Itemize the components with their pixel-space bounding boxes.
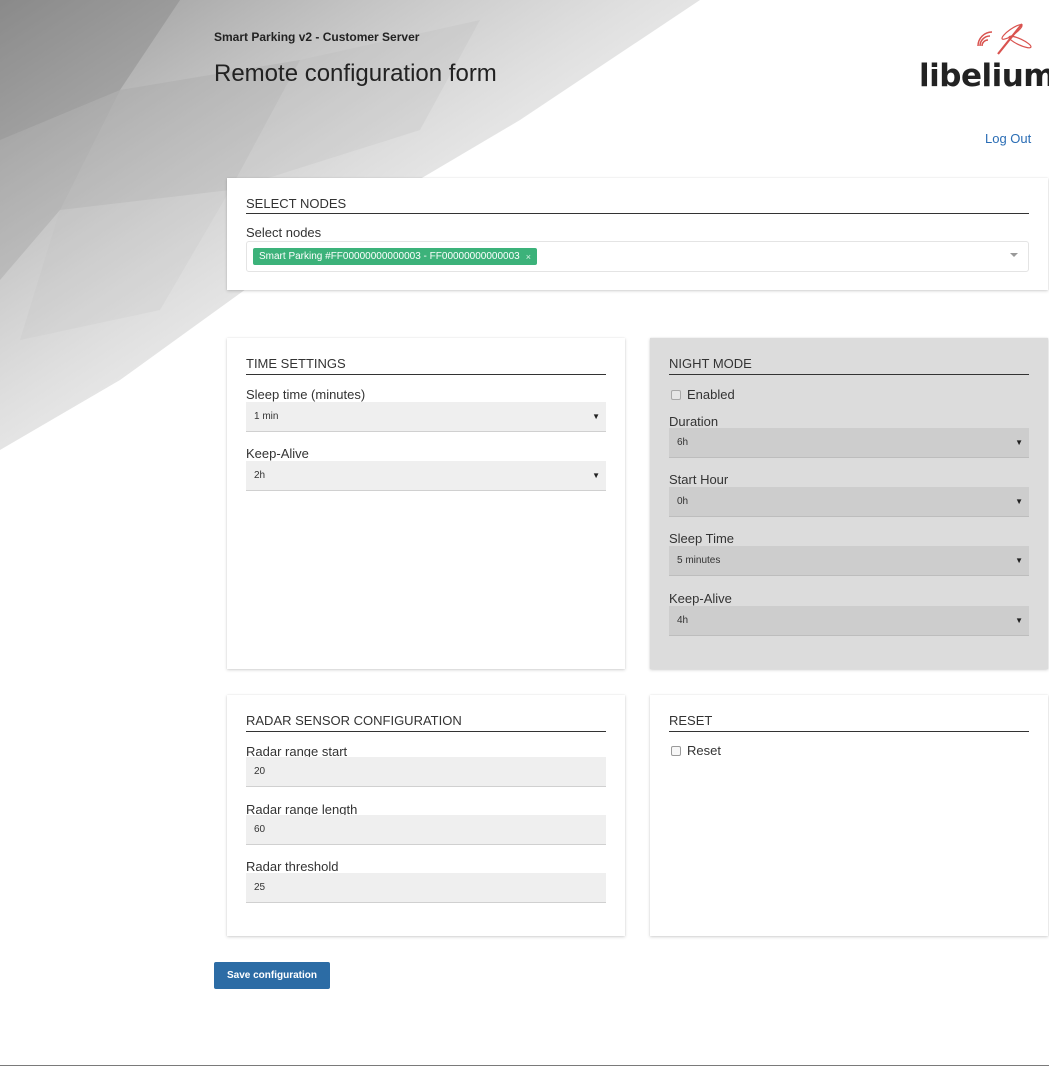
select-nodes-multiselect[interactable]: Smart Parking #FF00000000000003 - FF0000… <box>246 241 1029 272</box>
night-mode-heading: NIGHT MODE <box>669 356 752 371</box>
reset-label: Reset <box>687 743 721 758</box>
sleep-time-label: Sleep time (minutes) <box>246 387 366 402</box>
duration-value: 6h <box>677 437 689 448</box>
start-hour-label: Start Hour <box>669 472 729 487</box>
reset-checkbox[interactable]: Reset <box>671 743 721 758</box>
radar-threshold-input[interactable]: 25 <box>246 873 606 903</box>
logo-text: libelium <box>919 58 1049 94</box>
caret-down-icon: ▼ <box>1015 556 1023 565</box>
sleep-time-select[interactable]: 1 min ▼ <box>246 402 606 432</box>
night-keepalive-label: Keep-Alive <box>669 591 732 606</box>
caret-down-icon: ▼ <box>592 412 600 421</box>
radar-range-start-input[interactable]: 20 <box>246 757 606 787</box>
checkbox-box[interactable] <box>671 389 681 400</box>
radar-threshold-value: 25 <box>254 882 266 893</box>
radar-config-card: RADAR SENSOR CONFIGURATION Radar range s… <box>227 695 625 936</box>
reset-heading: RESET <box>669 713 713 728</box>
radar-threshold-label: Radar threshold <box>246 859 339 874</box>
keepalive-select[interactable]: 2h ▼ <box>246 461 606 491</box>
save-configuration-button[interactable]: Save configuration <box>214 962 330 989</box>
night-sleep-time-label: Sleep Time <box>669 531 735 546</box>
dragonfly-icon <box>977 23 1032 55</box>
checkbox-box[interactable] <box>671 745 681 756</box>
selected-node-chip[interactable]: Smart Parking #FF00000000000003 - FF0000… <box>253 248 538 265</box>
time-settings-card: TIME SETTINGS Sleep time (minutes) 1 min… <box>227 338 625 669</box>
select-nodes-card: SELECT NODES Select nodes Smart Parking … <box>227 178 1048 290</box>
radar-heading: RADAR SENSOR CONFIGURATION <box>246 713 462 728</box>
caret-down-icon: ▼ <box>1015 438 1023 447</box>
select-nodes-label: Select nodes <box>246 225 322 240</box>
app-title: Smart Parking v2 - Customer Server <box>214 30 420 44</box>
caret-down-icon: ▼ <box>592 471 600 480</box>
radar-range-length-input[interactable]: 60 <box>246 815 606 845</box>
footer-divider <box>0 1065 1049 1066</box>
reset-card: RESET Reset <box>650 695 1048 936</box>
duration-label: Duration <box>669 414 719 429</box>
start-hour-select[interactable]: 0h ▼ <box>669 487 1029 517</box>
night-mode-card: NIGHT MODE Enabled Duration 6h ▼ Start H… <box>650 338 1048 669</box>
caret-down-icon: ▼ <box>1015 616 1023 625</box>
select-nodes-heading: SELECT NODES <box>246 196 347 211</box>
enabled-label: Enabled <box>687 387 735 402</box>
keepalive-label: Keep-Alive <box>246 446 309 461</box>
section-divider <box>669 731 1029 732</box>
sleep-time-value: 1 min <box>254 411 279 422</box>
night-sleep-time-select[interactable]: 5 minutes ▼ <box>669 546 1029 576</box>
night-keepalive-select[interactable]: 4h ▼ <box>669 606 1029 636</box>
duration-select[interactable]: 6h ▼ <box>669 428 1029 458</box>
section-divider <box>246 213 1029 214</box>
logout-link[interactable]: Log Out <box>985 131 1031 146</box>
night-mode-enabled-checkbox[interactable]: Enabled <box>671 387 735 402</box>
chip-label: Smart Parking #FF00000000000003 - FF0000… <box>259 251 520 262</box>
radar-range-start-value: 20 <box>254 766 266 777</box>
caret-down-icon: ▼ <box>1015 497 1023 506</box>
night-keepalive-value: 4h <box>677 615 689 626</box>
night-sleep-time-value: 5 minutes <box>677 555 721 566</box>
radar-range-length-value: 60 <box>254 824 266 835</box>
chip-remove-icon[interactable]: × <box>526 252 531 262</box>
page-title: Remote configuration form <box>214 60 497 87</box>
section-divider <box>246 731 606 732</box>
section-divider <box>246 374 606 375</box>
keepalive-value: 2h <box>254 470 266 481</box>
start-hour-value: 0h <box>677 496 689 507</box>
section-divider <box>669 374 1029 375</box>
libelium-logo: libelium <box>912 20 1049 100</box>
chevron-down-icon[interactable] <box>1010 253 1018 257</box>
time-settings-heading: TIME SETTINGS <box>246 356 346 371</box>
